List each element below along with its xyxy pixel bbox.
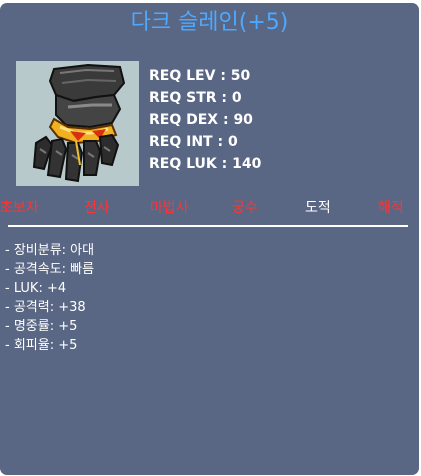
job-list: 초보자 전사 마법사 궁수 도적 해적	[0, 198, 419, 220]
req-luk: REQ LUK : 140	[149, 156, 262, 172]
detail-luk: - LUK: +4	[5, 281, 67, 296]
job-pirate: 해적	[378, 200, 404, 216]
detail-attack: - 공격력: +38	[5, 300, 86, 315]
detail-accuracy: - 명중률: +5	[5, 319, 78, 334]
req-level: REQ LEV : 50	[149, 68, 251, 84]
item-details: - 장비분류: 아대 - 공격속도: 빠름 - LUK: +4 - 공격력: +…	[5, 241, 94, 355]
detail-attack-speed: - 공격속도: 빠름	[5, 262, 95, 277]
req-str: REQ STR : 0	[149, 90, 242, 106]
job-beginner: 초보자	[0, 200, 39, 216]
item-title: 다크 슬레인(+5)	[130, 10, 289, 35]
dark-slain-glove-icon	[16, 61, 139, 186]
req-int: REQ INT : 0	[149, 134, 238, 150]
job-warrior: 전사	[84, 200, 110, 216]
requirements-list: REQ LEV : 50 REQ STR : 0 REQ DEX : 90 RE…	[149, 65, 261, 175]
job-bowman: 궁수	[232, 200, 258, 216]
job-thief: 도적	[305, 200, 331, 216]
item-tooltip: 다크 슬레인(+5) REQ LEV : 50 REQ STR: 0 REQ …	[0, 3, 419, 475]
detail-avoidability: - 회피율: +5	[5, 338, 78, 353]
detail-category: - 장비분류: 아대	[5, 243, 95, 258]
job-magician: 마법사	[150, 200, 189, 216]
req-dex: REQ DEX : 90	[149, 112, 253, 128]
divider	[8, 225, 408, 227]
